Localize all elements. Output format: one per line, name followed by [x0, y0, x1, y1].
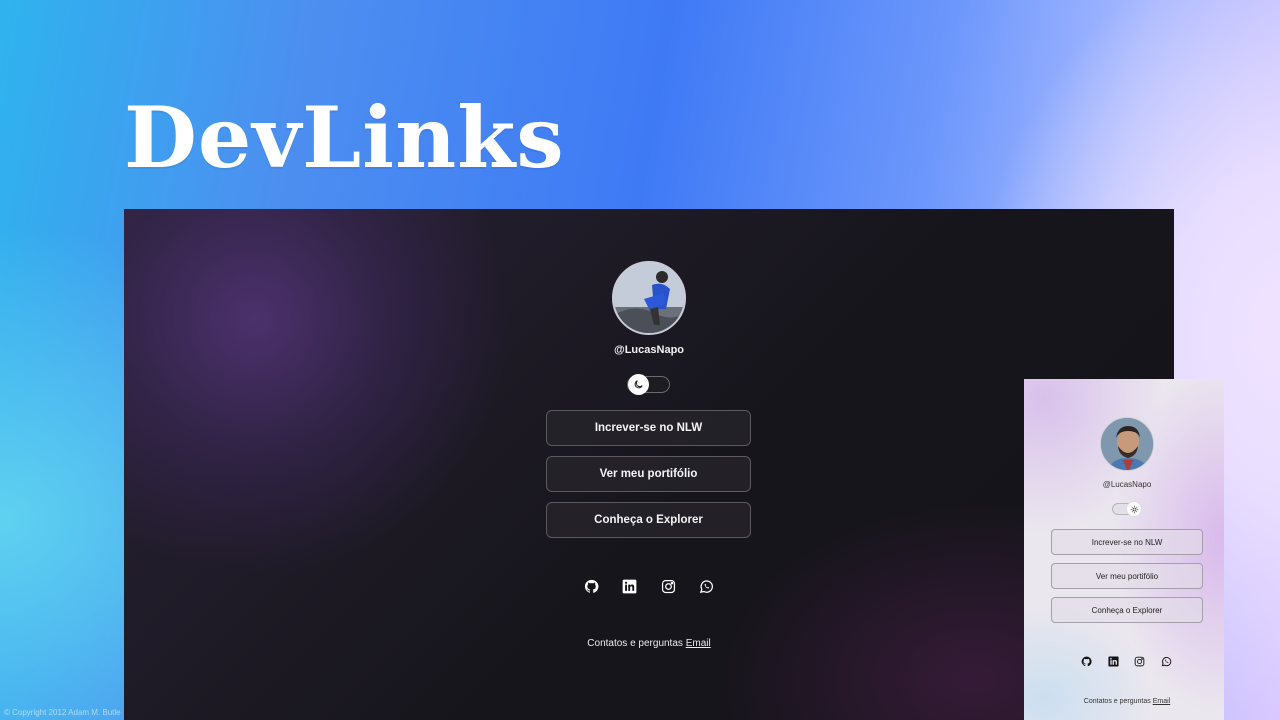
instagram-icon[interactable] [1134, 656, 1145, 667]
footer-text: Contatos e perguntas [1083, 698, 1151, 705]
username: @LucasNapo [613, 344, 685, 356]
copyright-text: © Copyright 2012 Adam M. Butle [4, 708, 121, 717]
github-icon[interactable] [584, 579, 599, 594]
theme-toggle[interactable] [627, 374, 670, 395]
linkedin-icon[interactable] [622, 579, 637, 594]
moon-icon [628, 374, 649, 395]
page-title: DevLinks [124, 88, 565, 187]
desktop-preview-dark: @LucasNapo Increver-se no NLW Ver meu po… [124, 209, 1174, 720]
mobile-preview-light: @LucasNapo Increver-se no NLW Ver meu po… [1024, 379, 1224, 720]
social-links [584, 579, 714, 599]
explorer-button[interactable]: Conheça o Explorer [546, 502, 751, 538]
github-icon[interactable] [1081, 656, 1092, 667]
portfolio-button[interactable]: Ver meu portifólio [1051, 563, 1203, 589]
social-links [1081, 656, 1172, 668]
avatar [1100, 417, 1154, 471]
avatar [612, 261, 686, 335]
email-link[interactable]: Email [686, 638, 711, 649]
footer: Contatos e perguntas Email [124, 638, 1174, 649]
instagram-icon[interactable] [661, 579, 676, 594]
theme-toggle[interactable] [1112, 501, 1142, 517]
email-link[interactable]: Email [1153, 698, 1171, 705]
nlw-signup-button[interactable]: Increver-se no NLW [1051, 529, 1203, 555]
nlw-signup-button[interactable]: Increver-se no NLW [546, 410, 751, 446]
portfolio-button[interactable]: Ver meu portifólio [546, 456, 751, 492]
explorer-button[interactable]: Conheça o Explorer [1051, 597, 1203, 623]
sun-icon [1126, 501, 1142, 517]
footer-text: Contatos e perguntas [587, 638, 683, 649]
footer: Contatos e perguntas Email [1024, 698, 1230, 705]
whatsapp-icon[interactable] [699, 579, 714, 594]
linkedin-icon[interactable] [1108, 656, 1119, 667]
whatsapp-icon[interactable] [1161, 656, 1172, 667]
username: @LucasNapo [1102, 480, 1152, 489]
